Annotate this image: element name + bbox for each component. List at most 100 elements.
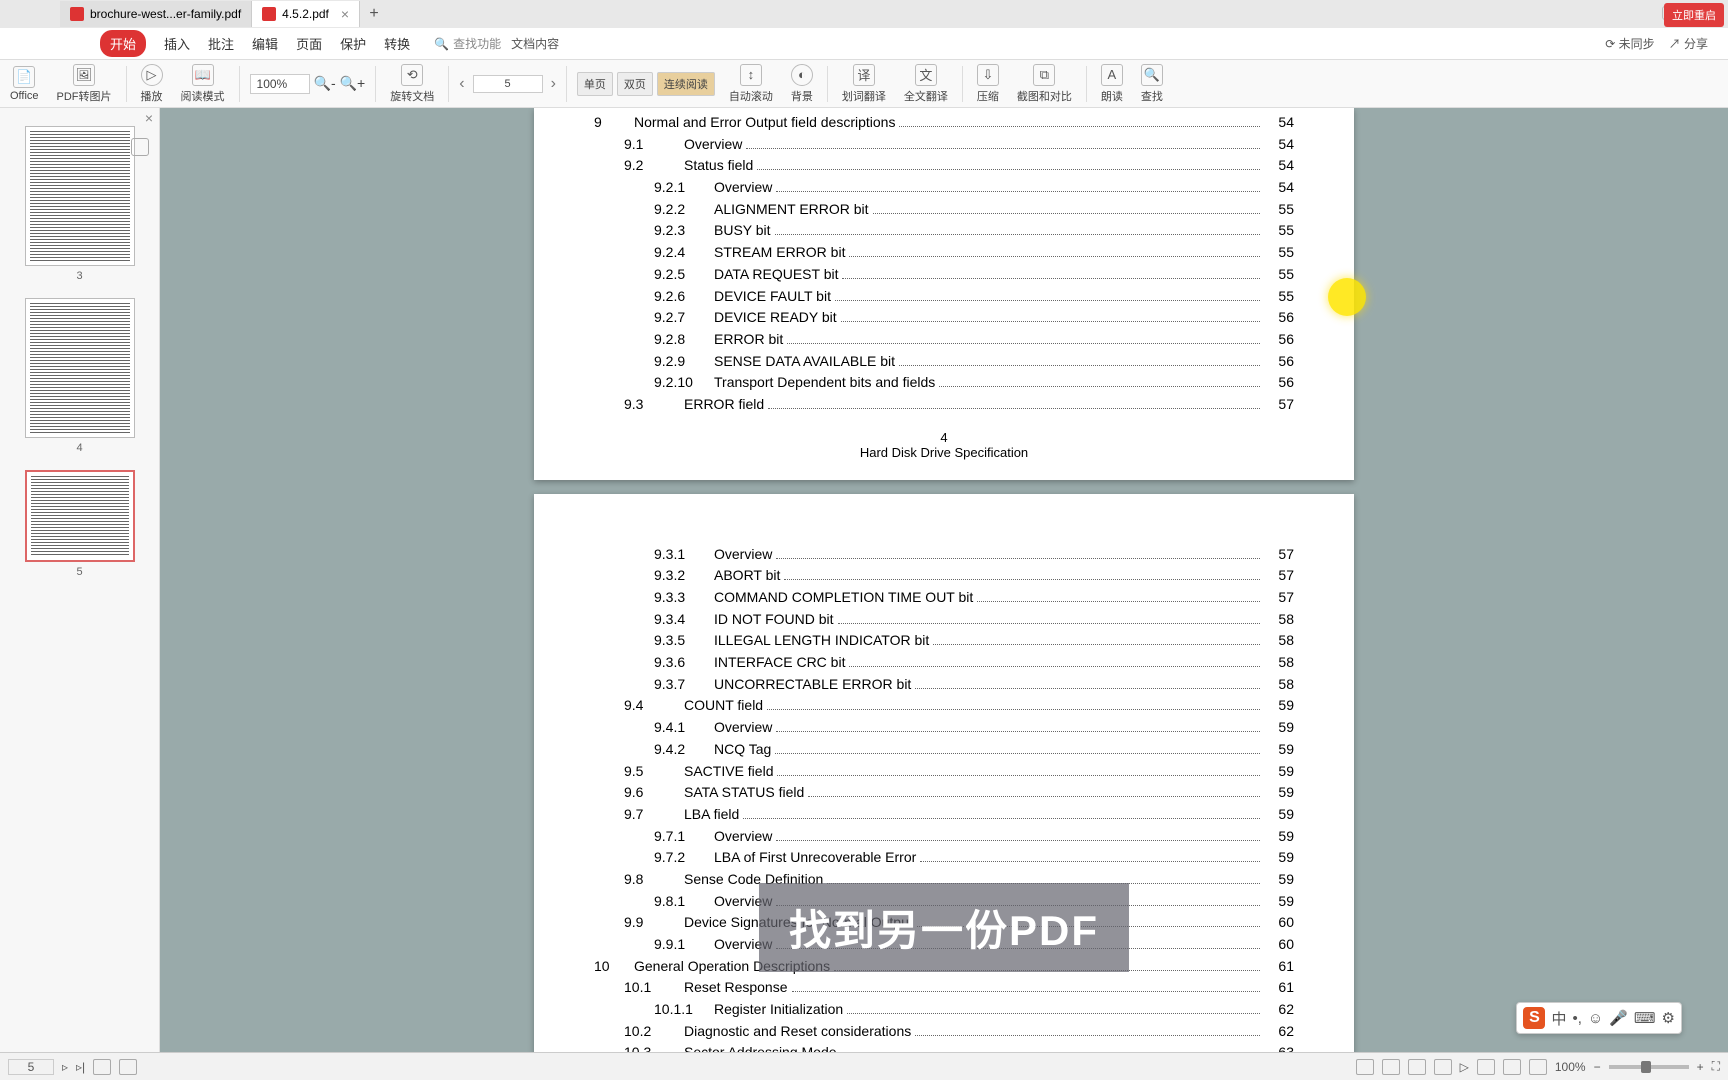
page-footer-title: Hard Disk Drive Specification	[594, 445, 1294, 460]
zoom-slider[interactable]	[1609, 1065, 1689, 1069]
menu-item[interactable]: 开始	[100, 30, 146, 57]
status-bar: 5 ▹ ▹| ▷ 100% − + ⛶	[0, 1052, 1728, 1080]
toc-title: Register Initialization	[714, 999, 843, 1021]
word-translate-button[interactable]: 译划词翻译	[838, 64, 890, 104]
toc-entry: 10.2Diagnostic and Reset considerations6…	[594, 1021, 1294, 1043]
prev-page-button[interactable]: ‹	[459, 75, 464, 93]
page-area[interactable]: 9Normal and Error Output field descripti…	[160, 108, 1728, 1052]
status-view2-icon[interactable]	[1382, 1059, 1400, 1075]
toc-page: 59	[1264, 739, 1294, 761]
menu-item[interactable]: 编辑	[252, 34, 278, 53]
close-panel-icon[interactable]: ×	[145, 110, 153, 126]
status-grid2-icon[interactable]	[1503, 1059, 1521, 1075]
menu-item[interactable]: 保护	[340, 34, 366, 53]
toc-page: 55	[1264, 242, 1294, 264]
toc-title: Normal and Error Output field descriptio…	[634, 112, 895, 134]
tab[interactable]: 4.5.2.pdf×	[252, 1, 360, 27]
status-zoom-in-icon[interactable]: +	[1697, 1060, 1704, 1074]
toc-title: ABORT bit	[714, 565, 780, 587]
toc-number: 9.3.4	[654, 609, 714, 631]
image-mode-icon[interactable]	[131, 138, 149, 156]
status-fullscreen-icon[interactable]: ⛶	[1712, 1059, 1720, 1074]
status-layout2-icon[interactable]	[119, 1059, 137, 1075]
double-page-button[interactable]: 双页	[617, 72, 653, 96]
ime-punct-icon[interactable]: •,	[1572, 1010, 1581, 1027]
zoom-in-icon[interactable]: 🔍+	[340, 75, 366, 92]
ime-keyboard-icon[interactable]: ⌨	[1634, 1009, 1656, 1027]
menu-item[interactable]: 转换	[384, 34, 410, 53]
ime-settings-icon[interactable]: ⚙	[1662, 1009, 1675, 1027]
toolbar: 📄Office 🖼PDF转图片 ▷播放 📖阅读模式 100% 🔍- 🔍+ ⟲旋转…	[0, 60, 1728, 108]
toc-number: 9	[594, 112, 634, 134]
status-layout1-icon[interactable]	[93, 1059, 111, 1075]
status-zoom-out-icon[interactable]: −	[1594, 1060, 1601, 1074]
new-tab-button[interactable]: +	[360, 5, 388, 23]
status-grid3-icon[interactable]	[1529, 1059, 1547, 1075]
status-view3-icon[interactable]	[1408, 1059, 1426, 1075]
toc-title: LBA of First Unrecoverable Error	[714, 847, 916, 869]
toc-entry: 9.2.4STREAM ERROR bit55	[594, 242, 1294, 264]
toc-page: 59	[1264, 891, 1294, 913]
toc-entry: 9.3.2ABORT bit57	[594, 565, 1294, 587]
menu-item[interactable]: 插入	[164, 34, 190, 53]
subtitle-overlay: 找到另一份PDF	[759, 883, 1129, 972]
background-button[interactable]: ◐背景	[787, 64, 817, 104]
read-aloud-button[interactable]: A朗读	[1097, 64, 1127, 104]
status-grid1-icon[interactable]	[1477, 1059, 1495, 1075]
pdf-to-image-button[interactable]: 🖼PDF转图片	[53, 64, 116, 104]
menu-item[interactable]: 批注	[208, 34, 234, 53]
tab[interactable]: brochure-west...er-family.pdf	[60, 1, 252, 27]
status-next-page-icon[interactable]: ▹	[62, 1060, 68, 1074]
page-thumbnail[interactable]	[25, 298, 135, 438]
rotate-button[interactable]: ⟲旋转文档	[386, 64, 438, 104]
ime-emoji-icon[interactable]: ☺	[1588, 1010, 1603, 1027]
office-button[interactable]: 📄Office	[6, 66, 43, 102]
status-last-page-icon[interactable]: ▹|	[76, 1060, 85, 1074]
ime-mic-icon[interactable]: 🎤	[1609, 1009, 1628, 1027]
doc-search-label[interactable]: 文档内容	[511, 35, 559, 52]
toc-entry: 9.2.5DATA REQUEST bit55	[594, 264, 1294, 286]
auto-scroll-button[interactable]: ↕自动滚动	[725, 64, 777, 104]
play-button[interactable]: ▷播放	[137, 64, 167, 104]
close-icon[interactable]: ×	[341, 6, 349, 22]
share-button[interactable]: ↗ 分享	[1669, 35, 1708, 52]
status-play-icon[interactable]: ▷	[1460, 1060, 1469, 1074]
toc-entry: 9.1Overview54	[594, 134, 1294, 156]
search-box[interactable]: 🔍 查找功能 文档内容	[434, 35, 559, 52]
sync-status[interactable]: ⟳ 未同步	[1605, 35, 1654, 52]
menu-item[interactable]: 页面	[296, 34, 322, 53]
toc-number: 9.2	[624, 155, 684, 177]
toc-number: 9.9.1	[654, 934, 714, 956]
toc-title: STREAM ERROR bit	[714, 242, 845, 264]
full-translate-button[interactable]: 文全文翻译	[900, 64, 952, 104]
zoom-level[interactable]: 100%	[250, 74, 310, 94]
status-view4-icon[interactable]	[1434, 1059, 1452, 1075]
zoom-out-icon[interactable]: 🔍-	[314, 75, 336, 92]
toc-entry: 9.2.3BUSY bit55	[594, 220, 1294, 242]
upgrade-button[interactable]: 立即重启	[1664, 3, 1724, 27]
page-footer-num: 4	[594, 430, 1294, 445]
read-mode-button[interactable]: 📖阅读模式	[177, 64, 229, 104]
status-view1-icon[interactable]	[1356, 1059, 1374, 1075]
sogou-icon[interactable]: S	[1523, 1007, 1545, 1029]
status-page-input[interactable]: 5	[8, 1059, 54, 1075]
ime-lang-icon[interactable]: 中	[1551, 1008, 1566, 1029]
toc-number: 9.2.5	[654, 264, 714, 286]
continuous-button[interactable]: 连续阅读	[657, 72, 715, 96]
find-button[interactable]: 🔍查找	[1137, 64, 1167, 104]
toc-number: 9.3.1	[654, 544, 714, 566]
single-page-button[interactable]: 单页	[577, 72, 613, 96]
toc-entry: 9.7LBA field59	[594, 804, 1294, 826]
page-thumbnail[interactable]	[25, 126, 135, 266]
toc-number: 9.4	[624, 695, 684, 717]
ime-toolbar[interactable]: S 中 •, ☺ 🎤 ⌨ ⚙	[1516, 1002, 1682, 1034]
toc-entry: 10.3Sector Addressing Mode63	[594, 1042, 1294, 1052]
toc-entry: 9.2.9SENSE DATA AVAILABLE bit56	[594, 351, 1294, 373]
toc-page: 59	[1264, 869, 1294, 891]
compress-button[interactable]: ⇩压缩	[973, 64, 1003, 104]
page-number-input[interactable]: 5	[473, 75, 543, 93]
next-page-button[interactable]: ›	[551, 75, 556, 93]
page-thumbnail[interactable]	[25, 470, 135, 562]
screenshot-compare-button[interactable]: ⧉截图和对比	[1013, 64, 1076, 104]
toc-entry: 9.2.6DEVICE FAULT bit55	[594, 286, 1294, 308]
